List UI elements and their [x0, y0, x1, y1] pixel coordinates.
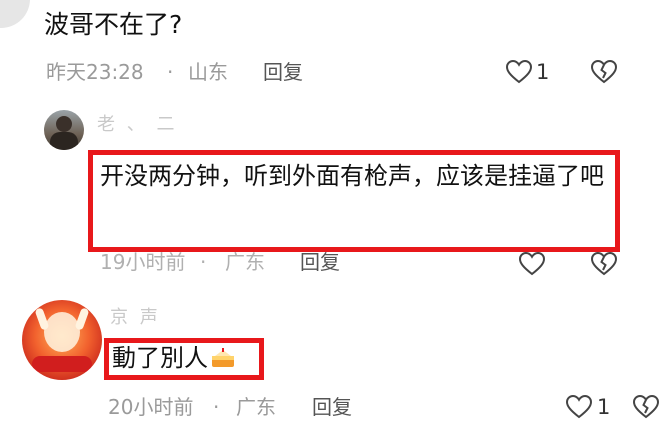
meta-separator: · [167, 60, 174, 84]
comment-time: 20小时前 [108, 395, 194, 419]
cake-emoji-icon [211, 344, 235, 367]
comment-time: 昨天23:28 [46, 60, 144, 84]
reply-button[interactable]: 回复 [300, 249, 340, 275]
user-avatar[interactable] [22, 300, 102, 380]
meta-separator: · [213, 395, 220, 419]
reply-button[interactable]: 回复 [312, 394, 352, 420]
comment-text-wrapper: 動了別人 [112, 342, 235, 374]
broken-heart-icon[interactable] [590, 250, 618, 278]
like-count: 1 [597, 395, 611, 419]
comment-location: 山东 [188, 60, 228, 84]
top-comment-avatar[interactable] [0, 0, 30, 28]
like-heart-icon[interactable] [505, 58, 533, 86]
meta-separator: · [200, 250, 207, 274]
user-avatar[interactable] [44, 110, 84, 150]
reply-button[interactable]: 回复 [263, 59, 303, 85]
comment-time: 19小时前 [100, 250, 186, 274]
username[interactable]: 老 、 二 [97, 113, 177, 137]
like-count: 1 [536, 60, 550, 84]
comment-location: 广东 [225, 250, 265, 274]
comment-text: 動了別人 [112, 344, 208, 372]
like-heart-icon[interactable] [518, 250, 546, 278]
comment-location: 广东 [236, 395, 276, 419]
broken-heart-icon[interactable] [590, 58, 618, 86]
like-heart-icon[interactable] [565, 393, 593, 421]
broken-heart-icon[interactable] [632, 393, 660, 421]
username[interactable]: 京 声 [110, 306, 161, 330]
comment-text: 开没两分钟，听到外面有枪声，应该是挂逼了吧 [100, 162, 604, 190]
comment-text: 波哥不在了? [44, 10, 183, 39]
